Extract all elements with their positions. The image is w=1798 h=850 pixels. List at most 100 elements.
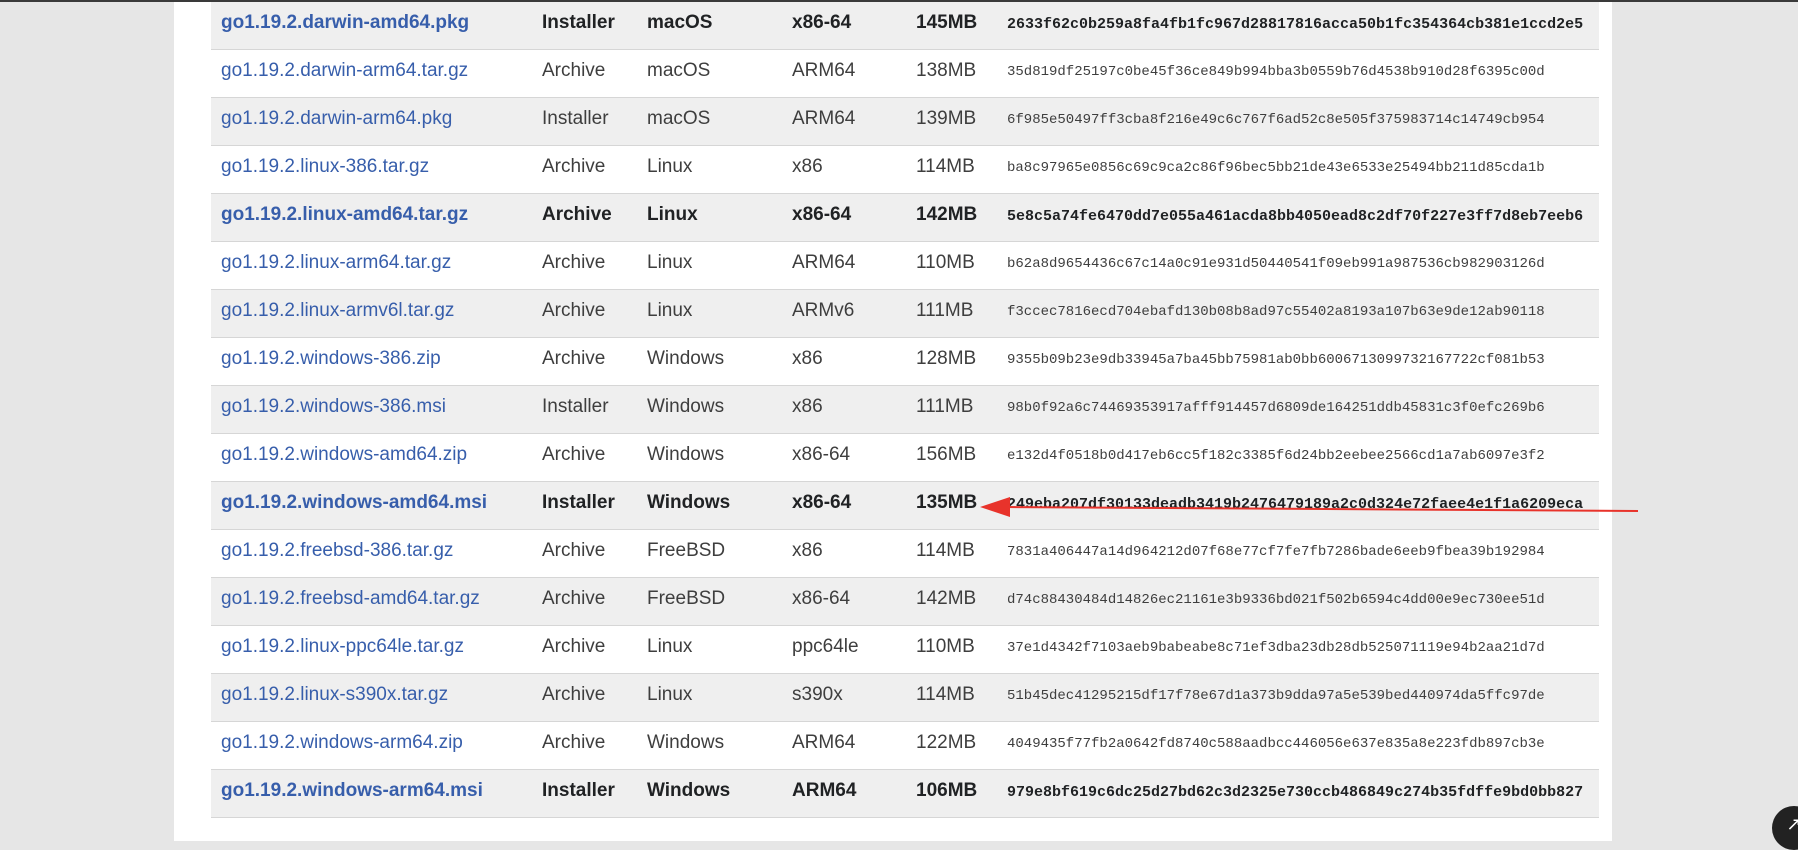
download-link[interactable]: go1.19.2.linux-amd64.tar.gz <box>221 204 468 225</box>
kind-cell: Installer <box>542 12 615 33</box>
os-cell: macOS <box>647 12 713 33</box>
arch-cell: ARMv6 <box>792 300 855 321</box>
table-row: go1.19.2.linux-s390x.tar.gz Archive Linux s… <box>211 674 1599 722</box>
os-cell: Windows <box>647 348 725 369</box>
size-cell: 138MB <box>916 60 977 81</box>
arch-cell: x86-64 <box>792 492 852 513</box>
arch-cell: x86-64 <box>792 12 852 33</box>
os-cell: Linux <box>647 204 698 225</box>
filename-cell: go1.19.2.darwin-arm64.tar.gz <box>221 50 468 92</box>
size-cell: 111MB <box>916 300 974 321</box>
kind-cell: Archive <box>542 444 606 465</box>
checksum-cell: 35d819df25197c0be45f36ce849b994bba3b0559… <box>1007 64 1545 80</box>
arch-cell: x86-64 <box>792 204 852 225</box>
download-link[interactable]: go1.19.2.windows-amd64.msi <box>221 492 487 513</box>
download-link[interactable]: go1.19.2.freebsd-amd64.tar.gz <box>221 588 480 609</box>
arch-cell: x86-64 <box>792 588 851 609</box>
download-link[interactable]: go1.19.2.linux-s390x.tar.gz <box>221 684 448 705</box>
arch-cell: ARM64 <box>792 780 857 801</box>
download-link[interactable]: go1.19.2.windows-amd64.zip <box>221 444 467 465</box>
size-cell: 114MB <box>916 156 975 177</box>
table-row: go1.19.2.windows-amd64.msi Installer Windo… <box>211 482 1599 530</box>
arch-cell: s390x <box>792 684 843 705</box>
download-link[interactable]: go1.19.2.freebsd-386.tar.gz <box>221 540 453 561</box>
os-cell: macOS <box>647 108 711 129</box>
kind-cell: Archive <box>542 540 606 561</box>
os-cell: Windows <box>647 492 731 513</box>
download-link[interactable]: go1.19.2.darwin-amd64.pkg <box>221 12 469 33</box>
checksum-cell: 5e8c5a74fe6470dd7e055a461acda8bb4050ead8… <box>1007 208 1584 225</box>
arch-cell: ARM64 <box>792 732 856 753</box>
filename-cell: go1.19.2.linux-arm64.tar.gz <box>221 242 451 284</box>
checksum-cell: 37e1d4342f7103aeb9babeabe8c71ef3dba23db2… <box>1007 640 1545 656</box>
table-row: go1.19.2.windows-arm64.zip Archive Windows… <box>211 722 1599 770</box>
checksum-cell: 98b0f92a6c74469353917afff914457d6809de16… <box>1007 400 1545 416</box>
os-cell: Linux <box>647 636 693 657</box>
table-row: go1.19.2.darwin-amd64.pkg Installer macOS x… <box>211 2 1599 50</box>
table-row: go1.19.2.freebsd-386.tar.gz Archive FreeBS… <box>211 530 1599 578</box>
filename-cell: go1.19.2.linux-s390x.tar.gz <box>221 674 448 716</box>
download-link[interactable]: go1.19.2.linux-ppc64le.tar.gz <box>221 636 464 657</box>
checksum-cell: b62a8d9654436c67c14a0c91e931d50440541f09… <box>1007 256 1545 272</box>
checksum-cell: 6f985e50497ff3cba8f216e49c6c767f6ad52c8e… <box>1007 112 1545 128</box>
os-cell: Windows <box>647 780 731 801</box>
download-link[interactable]: go1.19.2.linux-386.tar.gz <box>221 156 429 177</box>
table-row: go1.19.2.darwin-arm64.tar.gz Archive macOS… <box>211 50 1599 98</box>
os-cell: FreeBSD <box>647 588 726 609</box>
kind-cell: Archive <box>542 636 606 657</box>
os-cell: macOS <box>647 60 711 81</box>
checksum-cell: f3ccec7816ecd704ebafd130b08b8ad97c55402a… <box>1007 304 1545 320</box>
checksum-cell: e132d4f0518b0d417eb6cc5f182c3385f6d24bb2… <box>1007 448 1545 464</box>
checksum-cell: 4049435f77fb2a0642fd8740c588aadbcc446056… <box>1007 736 1545 752</box>
filename-cell: go1.19.2.linux-ppc64le.tar.gz <box>221 626 464 668</box>
size-cell: 142MB <box>916 588 977 609</box>
kind-cell: Archive <box>542 156 606 177</box>
os-cell: Windows <box>647 444 725 465</box>
kind-cell: Archive <box>542 684 606 705</box>
kind-cell: Installer <box>542 492 615 513</box>
download-link[interactable]: go1.19.2.darwin-arm64.tar.gz <box>221 60 468 81</box>
checksum-cell: ba8c97965e0856c69c9ca2c86f96bec5bb21de43… <box>1007 160 1545 176</box>
size-cell: 156MB <box>916 444 977 465</box>
filename-cell: go1.19.2.freebsd-386.tar.gz <box>221 530 453 572</box>
arch-cell: x86 <box>792 348 823 369</box>
os-cell: FreeBSD <box>647 540 726 561</box>
table-row: go1.19.2.windows-386.zip Archive Windows x8… <box>211 338 1599 386</box>
download-link[interactable]: go1.19.2.linux-armv6l.tar.gz <box>221 300 454 321</box>
size-cell: 110MB <box>916 252 975 273</box>
filename-cell: go1.19.2.linux-amd64.tar.gz <box>221 194 468 236</box>
os-cell: Linux <box>647 684 693 705</box>
filename-cell: go1.19.2.darwin-arm64.pkg <box>221 98 452 140</box>
download-link[interactable]: go1.19.2.windows-386.msi <box>221 396 446 417</box>
kind-cell: Archive <box>542 204 612 225</box>
table-row: go1.19.2.linux-arm64.tar.gz Archive Linux A… <box>211 242 1599 290</box>
download-link[interactable]: go1.19.2.linux-arm64.tar.gz <box>221 252 451 273</box>
download-link[interactable]: go1.19.2.windows-386.zip <box>221 348 441 369</box>
download-link[interactable]: go1.19.2.windows-arm64.msi <box>221 780 483 801</box>
table-row: go1.19.2.freebsd-amd64.tar.gz Archive Free… <box>211 578 1599 626</box>
arch-cell: ppc64le <box>792 636 859 657</box>
kind-cell: Archive <box>542 732 606 753</box>
filename-cell: go1.19.2.windows-386.msi <box>221 386 446 428</box>
arch-cell: x86 <box>792 540 823 561</box>
kind-cell: Installer <box>542 396 609 417</box>
size-cell: 135MB <box>916 492 978 513</box>
downloads-table: go1.19.2.darwin-amd64.pkg Installer macOS x… <box>211 2 1599 818</box>
filename-cell: go1.19.2.windows-386.zip <box>221 338 441 380</box>
download-link[interactable]: go1.19.2.windows-arm64.zip <box>221 732 463 753</box>
size-cell: 114MB <box>916 540 975 561</box>
os-cell: Linux <box>647 156 693 177</box>
checksum-cell: d74c88430484d14826ec21161e3b9336bd021f50… <box>1007 592 1545 608</box>
checksum-cell: 51b45dec41295215df17f78e67d1a373b9dda97a… <box>1007 688 1545 704</box>
kind-cell: Archive <box>542 348 606 369</box>
size-cell: 110MB <box>916 636 975 657</box>
kind-cell: Installer <box>542 780 615 801</box>
arrow-up-icon[interactable]: ↗ <box>1772 806 1798 850</box>
size-cell: 111MB <box>916 396 974 417</box>
arch-cell: x86-64 <box>792 444 851 465</box>
arch-cell: x86 <box>792 396 823 417</box>
download-link[interactable]: go1.19.2.darwin-arm64.pkg <box>221 108 452 129</box>
table-row: go1.19.2.windows-arm64.msi Installer Windo… <box>211 770 1599 818</box>
arch-cell: x86 <box>792 156 823 177</box>
filename-cell: go1.19.2.darwin-amd64.pkg <box>221 2 469 44</box>
